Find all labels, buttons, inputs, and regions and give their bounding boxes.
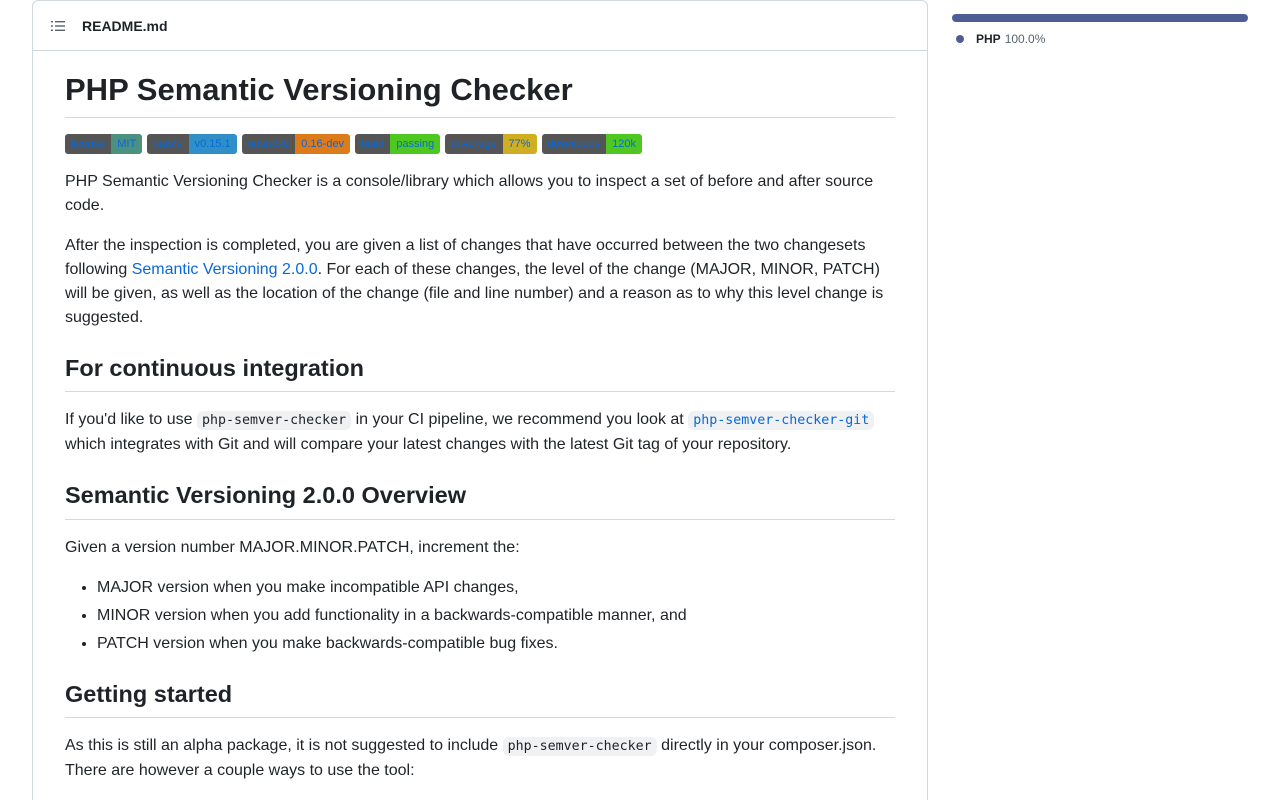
table-of-contents-icon[interactable] [50, 18, 66, 34]
inspection-paragraph: After the inspection is completed, you a… [65, 234, 895, 330]
badge-build[interactable]: build passing [355, 133, 441, 154]
list-item: MINOR version when you add functionality… [97, 604, 895, 628]
badge-unstable[interactable]: unstable 0.16-dev [241, 133, 351, 154]
badge-value: passing [390, 133, 441, 154]
badge-value: MIT [111, 133, 143, 154]
readme-panel: README.md PHP Semantic Versioning Checke… [32, 0, 928, 800]
list-item: MAJOR version when you make incompatible… [97, 576, 895, 600]
ci-heading: For continuous integration [65, 354, 895, 393]
badge-coverage[interactable]: coverage 77% [445, 133, 537, 154]
badge-label: license [65, 133, 112, 154]
badge-row: license MIT stable v0.15.1 unstable 0.16-dev b… [65, 133, 895, 154]
paragraph-text: If you'd like to use [65, 411, 198, 429]
inline-code-link[interactable]: php-semver-checker-git [688, 411, 875, 431]
getting-started-paragraph: As this is still an alpha package, it is… [65, 734, 895, 783]
badge-label: unstable [241, 133, 296, 154]
language-item-php[interactable]: PHP 100.0% [952, 32, 1248, 46]
overview-heading: Semantic Versioning 2.0.0 Overview [65, 481, 895, 520]
paragraph-text: As this is still an alpha package, it is… [65, 736, 503, 754]
inline-code: php-semver-checker [502, 736, 657, 756]
language-color-dot [956, 35, 964, 43]
badge-label: stable [147, 133, 189, 154]
badge-stable[interactable]: stable v0.15.1 [147, 133, 237, 154]
intro-paragraph: PHP Semantic Versioning Checker is a con… [65, 172, 874, 214]
badge-label: downloads [541, 133, 607, 154]
getting-started-heading: Getting started [65, 680, 895, 718]
badge-value: 0.16-dev [295, 133, 351, 154]
readme-title: PHP Semantic Versioning Checker [65, 71, 895, 118]
ci-paragraph: If you'd like to use php-semver-checker … [65, 408, 895, 457]
readme-filename: README.md [82, 17, 168, 34]
badge-label: coverage [445, 133, 503, 154]
version-rules-list: MAJOR version when you make incompatible… [65, 576, 895, 656]
badge-value: 120k [606, 133, 642, 154]
semver-link[interactable]: Semantic Versioning 2.0.0 [132, 261, 318, 278]
badge-label: build [355, 133, 391, 154]
overview-paragraph: Given a version number MAJOR.MINOR.PATCH… [65, 538, 520, 556]
php-semver-checker-git-link[interactable]: php-semver-checker-git [688, 411, 875, 431]
language-name: PHP [976, 32, 1001, 46]
languages-panel: PHP 100.0% [952, 14, 1248, 46]
paragraph-text: in your CI pipeline, we recommend you lo… [351, 411, 689, 429]
badge-license[interactable]: license MIT [65, 133, 143, 154]
language-percent: 100.0% [1004, 32, 1046, 46]
badge-value: v0.15.1 [188, 133, 237, 154]
badge-downloads[interactable]: downloads 120k [541, 133, 642, 154]
paragraph-text: which integrates with Git and will compa… [65, 436, 792, 454]
readme-header: README.md [33, 1, 927, 51]
inline-code: php-semver-checker [197, 411, 352, 431]
list-item: PATCH version when you make backwards-co… [97, 632, 895, 656]
badge-value: 77% [502, 133, 537, 154]
language-bar [952, 14, 1248, 22]
markdown-body: PHP Semantic Versioning Checker license M… [33, 51, 927, 783]
